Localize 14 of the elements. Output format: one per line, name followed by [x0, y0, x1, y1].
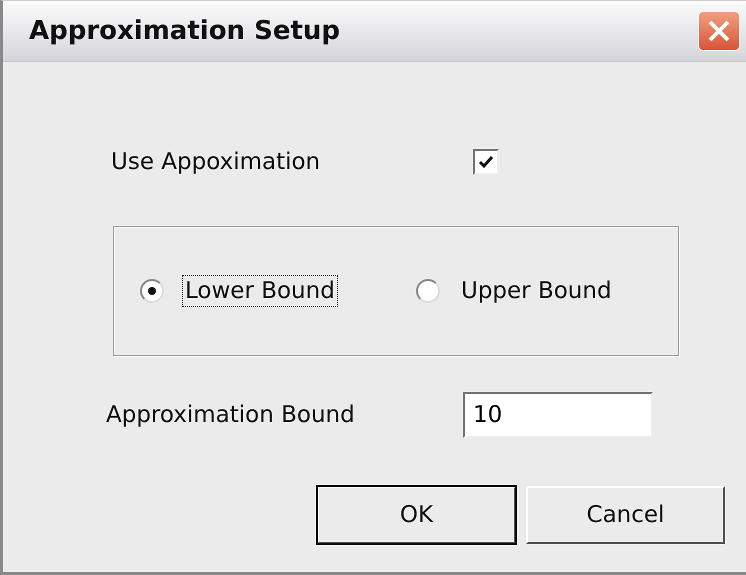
window-title: Approximation Setup [29, 16, 340, 46]
dialog-button[interactable]: Cancel [526, 486, 725, 544]
close-icon [706, 18, 732, 44]
radio-label: Lower Bound [182, 275, 338, 307]
close-button[interactable] [698, 11, 740, 51]
dialog-button[interactable]: OK [317, 486, 516, 544]
input-field[interactable]: 10 [463, 392, 653, 438]
radio-label: Upper Bound [460, 277, 613, 306]
radio-button[interactable] [416, 279, 440, 303]
field-label: Approximation Bound [106, 402, 356, 428]
radio-button[interactable] [140, 279, 164, 303]
checkbox[interactable] [473, 149, 499, 175]
check-icon [478, 154, 494, 170]
checkbox-label: Use Appoximation [111, 149, 322, 175]
